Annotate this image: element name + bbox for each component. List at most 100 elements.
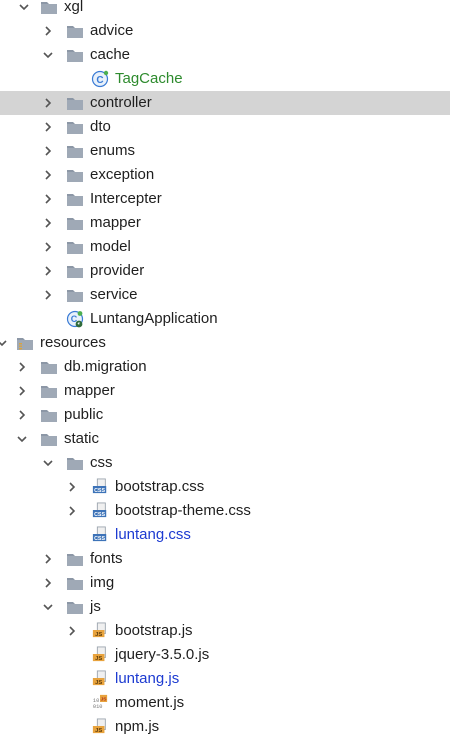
spring-app-icon: C xyxy=(66,310,84,328)
tree-label: mapper xyxy=(64,382,115,399)
chevron-right-icon[interactable] xyxy=(40,547,56,571)
tree-label: public xyxy=(64,406,104,423)
chevron-right-icon[interactable] xyxy=(64,475,80,499)
tree-row-luntang-css[interactable]: CSS luntang.css xyxy=(0,523,450,547)
tree-row-model[interactable]: model xyxy=(0,235,450,259)
tree-row-bootstrap-theme-css[interactable]: CSS bootstrap-theme.css xyxy=(0,499,450,523)
tree-row-provider[interactable]: provider xyxy=(0,259,450,283)
tree-row-npm-js[interactable]: JS npm.js xyxy=(0,715,450,739)
tree-label: provider xyxy=(90,262,145,279)
tree-row-fonts[interactable]: fonts xyxy=(0,547,450,571)
js-file-icon: JS xyxy=(91,646,109,662)
chevron-down-icon[interactable] xyxy=(16,0,32,19)
tree-row-enums[interactable]: enums xyxy=(0,139,450,163)
svg-text:JS: JS xyxy=(95,632,102,638)
tree-row-service[interactable]: service xyxy=(0,283,450,307)
tree-label: TagCache xyxy=(115,70,183,87)
folder-icon xyxy=(66,95,84,111)
tree-row-static[interactable]: static xyxy=(0,427,450,451)
chevron-right-icon[interactable] xyxy=(40,211,56,235)
tree-row-css[interactable]: css xyxy=(0,451,450,475)
chevron-right-icon[interactable] xyxy=(40,259,56,283)
tree-label: moment.js xyxy=(115,694,185,711)
css-file-icon: CSS xyxy=(91,526,109,542)
chevron-down-icon[interactable] xyxy=(14,427,30,451)
tree-label: resources xyxy=(40,334,106,351)
svg-text:C: C xyxy=(96,75,103,86)
chevron-right-icon[interactable] xyxy=(14,355,30,379)
tree-label: exception xyxy=(90,166,155,183)
svg-text:010: 010 xyxy=(93,704,103,710)
tree-label: luntang.css xyxy=(115,526,191,543)
tree-row-resources[interactable]: resources xyxy=(0,331,450,355)
js-file-icon: JS xyxy=(91,670,109,686)
tree-label: bootstrap.js xyxy=(115,622,193,639)
tree-label: luntang.js xyxy=(115,670,180,687)
chevron-right-icon[interactable] xyxy=(40,571,56,595)
java-class-icon: C xyxy=(91,70,109,88)
tree-row-controller[interactable]: controller xyxy=(0,91,450,115)
chevron-right-icon[interactable] xyxy=(40,163,56,187)
folder-icon xyxy=(40,431,58,447)
js-file-icon: JS xyxy=(91,718,109,734)
chevron-right-icon[interactable] xyxy=(64,619,80,643)
chevron-down-icon[interactable] xyxy=(40,43,56,67)
tree-row-luntangapplication[interactable]: C LuntangApplication xyxy=(0,307,450,331)
tree-row-jquery-js[interactable]: JS jquery-3.5.0.js xyxy=(0,643,450,667)
chevron-right-icon[interactable] xyxy=(40,19,56,43)
tree-row-exception[interactable]: exception xyxy=(0,163,450,187)
chevron-down-icon[interactable] xyxy=(40,595,56,619)
chevron-right-icon[interactable] xyxy=(40,91,56,115)
chevron-right-icon[interactable] xyxy=(40,115,56,139)
tree-label: jquery-3.5.0.js xyxy=(115,646,210,663)
chevron-down-icon[interactable] xyxy=(40,451,56,475)
folder-icon xyxy=(66,263,84,279)
folder-icon xyxy=(66,191,84,207)
tree-row-advice[interactable]: advice xyxy=(0,19,450,43)
svg-text:CSS: CSS xyxy=(94,488,105,494)
chevron-right-icon[interactable] xyxy=(40,139,56,163)
folder-icon xyxy=(66,167,84,183)
chevron-down-icon[interactable] xyxy=(0,331,10,355)
folder-icon xyxy=(66,599,84,615)
chevron-right-icon[interactable] xyxy=(64,499,80,523)
folder-icon xyxy=(40,0,58,15)
css-file-icon: CSS xyxy=(91,502,109,518)
tree-row-public[interactable]: public xyxy=(0,403,450,427)
tree-label: service xyxy=(90,286,138,303)
folder-icon xyxy=(66,239,84,255)
svg-text:CSS: CSS xyxy=(94,512,105,518)
tree-label: static xyxy=(64,430,100,447)
chevron-right-icon[interactable] xyxy=(40,283,56,307)
tree-row-tagcache[interactable]: C TagCache xyxy=(0,67,450,91)
tree-row-mapper[interactable]: mapper xyxy=(0,211,450,235)
tree-row-bootstrap-js[interactable]: JS bootstrap.js xyxy=(0,619,450,643)
svg-text:10: 10 xyxy=(93,698,99,704)
tree-label: fonts xyxy=(90,550,123,567)
tree-row-db-migration[interactable]: db.migration xyxy=(0,355,450,379)
project-tree: xgl advice cache C TagCache controller d… xyxy=(0,0,450,739)
tree-row-xgl[interactable]: xgl xyxy=(0,0,450,19)
svg-text:CSS: CSS xyxy=(94,536,105,542)
tree-label: Intercepter xyxy=(90,190,162,207)
tree-row-dto[interactable]: dto xyxy=(0,115,450,139)
tree-row-mapper-res[interactable]: mapper xyxy=(0,379,450,403)
tree-row-luntang-js[interactable]: JS luntang.js xyxy=(0,667,450,691)
chevron-right-icon[interactable] xyxy=(40,235,56,259)
tree-row-moment-js[interactable]: 10 010 JS moment.js xyxy=(0,691,450,715)
folder-icon xyxy=(66,551,84,567)
folder-icon xyxy=(66,143,84,159)
tree-row-bootstrap-css[interactable]: CSS bootstrap.css xyxy=(0,475,450,499)
chevron-right-icon[interactable] xyxy=(14,403,30,427)
tree-label: LuntangApplication xyxy=(90,310,218,327)
tree-row-cache[interactable]: cache xyxy=(0,43,450,67)
tree-row-js[interactable]: js xyxy=(0,595,450,619)
svg-text:JS: JS xyxy=(95,656,102,662)
folder-icon xyxy=(40,359,58,375)
chevron-right-icon[interactable] xyxy=(14,379,30,403)
chevron-right-icon[interactable] xyxy=(40,187,56,211)
folder-icon xyxy=(66,455,84,471)
tree-label: js xyxy=(90,598,101,615)
tree-row-intercepter[interactable]: Intercepter xyxy=(0,187,450,211)
tree-row-img[interactable]: img xyxy=(0,571,450,595)
